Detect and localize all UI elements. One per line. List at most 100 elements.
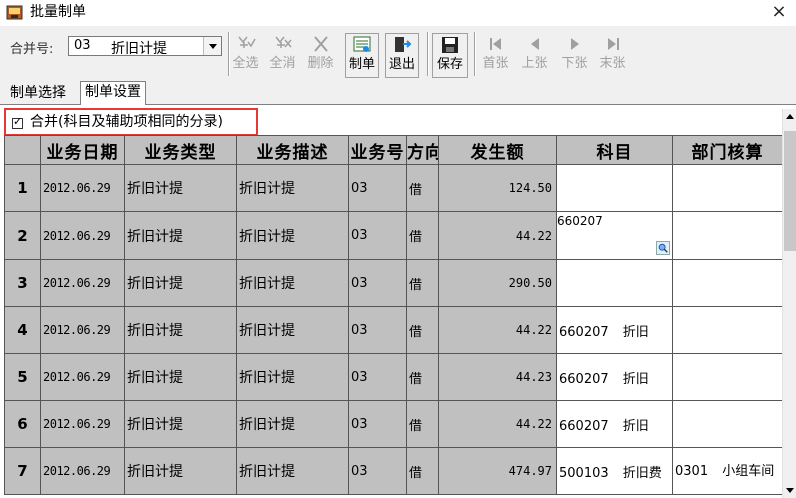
merge-number-select[interactable]: 03 折旧计提 — [68, 36, 222, 57]
scroll-up-icon[interactable] — [783, 109, 796, 123]
cell-date: 2012.06.29 — [40, 259, 125, 307]
subject-code: 500103 — [559, 465, 609, 481]
cell-desc: 折旧计提 — [236, 447, 349, 495]
cell-type: 折旧计提 — [124, 353, 237, 401]
row-number: 5 — [4, 353, 41, 401]
table-row[interactable]: 3 2012.06.29 折旧计提 折旧计提 03 借 290.50 — [4, 259, 783, 307]
select-all-button[interactable]: 全选 — [231, 33, 260, 78]
chevron-down-icon[interactable] — [203, 37, 221, 55]
cell-dept[interactable] — [672, 211, 783, 260]
cell-no: 03 — [348, 447, 407, 495]
prev-button[interactable]: 上张 — [520, 33, 549, 78]
scroll-down-icon[interactable] — [783, 484, 796, 498]
merge-name-value: 折旧计提 — [111, 41, 167, 57]
merge-option-highlight: 合并(科目及辅助项相同的分录) — [4, 108, 258, 136]
merge-code-value: 03 — [74, 38, 91, 53]
subject-name: 折旧 — [622, 371, 649, 387]
cell-direction: 借 — [406, 211, 439, 260]
exit-button[interactable]: 退出 — [385, 33, 419, 78]
make-voucher-button[interactable]: 制单 — [345, 33, 379, 78]
cell-amount: 44.23 — [438, 353, 557, 401]
cell-desc: 折旧计提 — [236, 353, 349, 401]
select-all-icon — [237, 36, 256, 48]
cell-subject[interactable]: 660207 折旧 — [556, 400, 673, 448]
row-number: 3 — [4, 259, 41, 307]
cell-dept[interactable] — [672, 353, 783, 401]
next-button[interactable]: 下张 — [560, 33, 589, 78]
row-number: 6 — [4, 400, 41, 448]
cell-direction: 借 — [406, 353, 439, 401]
tab-voucher-select[interactable]: 制单选择 — [6, 83, 70, 105]
table-row[interactable]: 6 2012.06.29 折旧计提 折旧计提 03 借 44.22 660207… — [4, 400, 783, 448]
make-voucher-icon — [353, 36, 371, 52]
tab-voucher-settings[interactable]: 制单设置 — [80, 81, 146, 106]
next-label: 下张 — [561, 56, 588, 71]
cell-date: 2012.06.29 — [40, 306, 125, 354]
column-header-subject[interactable]: 科目 — [556, 135, 673, 165]
column-header-amount[interactable]: 发生额 — [438, 135, 557, 165]
deselect-all-button[interactable]: 全消 — [268, 33, 297, 78]
cell-direction: 借 — [406, 447, 439, 495]
column-header-direction[interactable]: 方向 — [406, 135, 439, 165]
column-header-dept[interactable]: 部门核算 — [672, 135, 783, 165]
column-header-date[interactable]: 业务日期 — [40, 135, 125, 165]
table-row[interactable]: 4 2012.06.29 折旧计提 折旧计提 03 借 44.22 660207… — [4, 306, 783, 354]
scroll-thumb[interactable] — [784, 131, 796, 251]
merge-checkbox[interactable] — [12, 115, 23, 129]
cell-desc: 折旧计提 — [236, 164, 349, 212]
cell-subject[interactable]: 500103 折旧费 — [556, 447, 673, 495]
cell-dept[interactable]: 0301 小组车间 — [672, 447, 783, 495]
magnifier-icon[interactable] — [656, 241, 670, 255]
cell-desc: 折旧计提 — [236, 306, 349, 354]
cell-subject[interactable]: 660207 折旧 — [556, 353, 673, 401]
cell-direction: 借 — [406, 400, 439, 448]
subject-code-input[interactable]: 660207 — [558, 214, 603, 228]
exit-icon — [395, 37, 412, 52]
first-button[interactable]: 首张 — [481, 33, 510, 78]
column-header-no[interactable]: 业务号 — [348, 135, 407, 165]
column-header-desc[interactable]: 业务描述 — [236, 135, 349, 165]
deselect-all-icon — [274, 36, 292, 48]
save-icon — [442, 37, 458, 53]
cell-no: 03 — [348, 400, 407, 448]
last-button[interactable]: 末张 — [598, 33, 627, 78]
row-number: 4 — [4, 306, 41, 354]
cell-dept[interactable] — [672, 164, 783, 212]
dept-name: 小组车间 — [722, 463, 775, 479]
cell-dept[interactable] — [672, 306, 783, 354]
cell-desc: 折旧计提 — [236, 211, 349, 260]
toolbar: 合并号: 03 折旧计提 全选 全消 删除 制单 退出 保存 首张 上张 下张 … — [0, 26, 796, 81]
column-header-type[interactable]: 业务类型 — [124, 135, 237, 165]
cell-dept[interactable] — [672, 400, 783, 448]
cell-date: 2012.06.29 — [40, 400, 125, 448]
cell-date: 2012.06.29 — [40, 447, 125, 495]
cell-subject-editing[interactable]: 660207 — [556, 211, 673, 260]
save-button[interactable]: 保存 — [432, 33, 468, 78]
cell-subject[interactable] — [556, 259, 673, 307]
deselect-all-label: 全消 — [269, 56, 296, 71]
toolbar-separator — [474, 32, 476, 76]
cell-amount: 44.22 — [438, 211, 557, 260]
cell-desc: 折旧计提 — [236, 259, 349, 307]
table-row[interactable]: 7 2012.06.29 折旧计提 折旧计提 03 借 474.97 50010… — [4, 447, 783, 495]
cell-amount: 290.50 — [438, 259, 557, 307]
merge-checkbox-label[interactable]: 合并(科目及辅助项相同的分录) — [30, 113, 223, 131]
app-icon — [6, 5, 23, 20]
cell-dept[interactable] — [672, 259, 783, 307]
table-row[interactable]: 1 2012.06.29 折旧计提 折旧计提 03 借 124.50 — [4, 164, 783, 212]
row-number: 1 — [4, 164, 41, 212]
delete-icon — [313, 36, 328, 52]
cell-no: 03 — [348, 211, 407, 260]
cell-subject[interactable] — [556, 164, 673, 212]
cell-amount: 474.97 — [438, 447, 557, 495]
subject-name: 折旧费 — [622, 465, 662, 481]
save-label: 保存 — [436, 57, 463, 72]
cell-subject[interactable]: 660207 折旧 — [556, 306, 673, 354]
delete-button[interactable]: 删除 — [306, 33, 335, 78]
table-row[interactable]: 2 2012.06.29 折旧计提 折旧计提 03 借 44.22 660207 — [4, 211, 783, 260]
toolbar-separator — [427, 32, 429, 76]
table-row[interactable]: 5 2012.06.29 折旧计提 折旧计提 03 借 44.23 660207… — [4, 353, 783, 401]
cell-type: 折旧计提 — [124, 447, 237, 495]
close-button[interactable]: × — [768, 1, 790, 23]
vertical-scrollbar[interactable] — [782, 109, 796, 498]
